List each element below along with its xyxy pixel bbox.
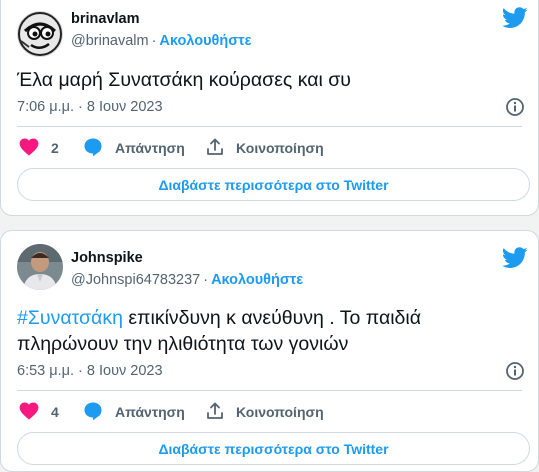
twitter-bird-icon[interactable] (501, 247, 528, 269)
tweet-text: Έλα μαρή Συνατσάκη κούρασες και συ (17, 67, 522, 93)
like-count: 4 (51, 404, 59, 420)
read-more-button[interactable]: Διαβάστε περισσότερα στο Twitter (17, 168, 530, 201)
hashtag-link[interactable]: #Συνατσάκη (17, 307, 123, 329)
share-icon (206, 402, 224, 423)
info-icon[interactable] (505, 361, 525, 381)
info-icon[interactable] (505, 97, 525, 117)
timestamp-link[interactable]: 7:06 μ.μ. · 8 Ιουν 2023 (17, 99, 163, 115)
read-more-button[interactable]: Διαβάστε περισσότερα στο Twitter (17, 432, 530, 465)
separator-dot: · (151, 33, 157, 49)
follow-button[interactable]: Ακολουθήστε (159, 33, 251, 49)
tweet-card: Johnspike @Johnspi64783237 · Ακολουθήστε #… (0, 230, 539, 472)
user-handle[interactable]: @brinavalm (71, 33, 149, 49)
share-label: Κοινοποίηση (236, 404, 324, 420)
divider (17, 126, 522, 127)
reply-label: Απάντηση (115, 140, 185, 156)
like-button[interactable]: 4 (19, 400, 59, 424)
share-label: Κοινοποίηση (236, 140, 324, 156)
avatar[interactable] (17, 11, 63, 57)
follow-button[interactable]: Ακολουθήστε (211, 272, 303, 288)
heart-icon (19, 401, 39, 423)
divider (17, 390, 522, 391)
like-button[interactable]: 2 (19, 136, 59, 160)
reply-bubble-icon (83, 401, 103, 424)
reply-button[interactable]: Απάντηση (83, 136, 185, 160)
timestamp-link[interactable]: 6:53 μ.μ. · 8 Ιουν 2023 (17, 363, 163, 379)
display-name[interactable]: Johnspike (71, 250, 143, 266)
heart-icon (19, 137, 39, 159)
like-count: 2 (51, 140, 59, 156)
display-name[interactable]: brinavlam (71, 11, 140, 27)
tweet-card: brinavlam @brinavalm · Ακολουθήστε Έλα μαρ… (0, 0, 539, 216)
twitter-bird-icon[interactable] (501, 7, 528, 29)
separator-dot: · (203, 272, 209, 288)
reply-button[interactable]: Απάντηση (83, 400, 185, 424)
share-button[interactable]: Κοινοποίηση (206, 136, 324, 160)
avatar[interactable] (17, 244, 63, 290)
share-icon (206, 138, 224, 159)
reply-label: Απάντηση (115, 404, 185, 420)
user-handle[interactable]: @Johnspi64783237 (71, 272, 200, 288)
share-button[interactable]: Κοινοποίηση (206, 400, 324, 424)
tweet-body: Έλα μαρή Συνατσάκη κούρασες και συ (17, 69, 351, 91)
tweet-text: #Συνατσάκη επικίνδυνη κ ανεύθυνη . Το πα… (17, 305, 508, 357)
reply-bubble-icon (83, 137, 103, 160)
